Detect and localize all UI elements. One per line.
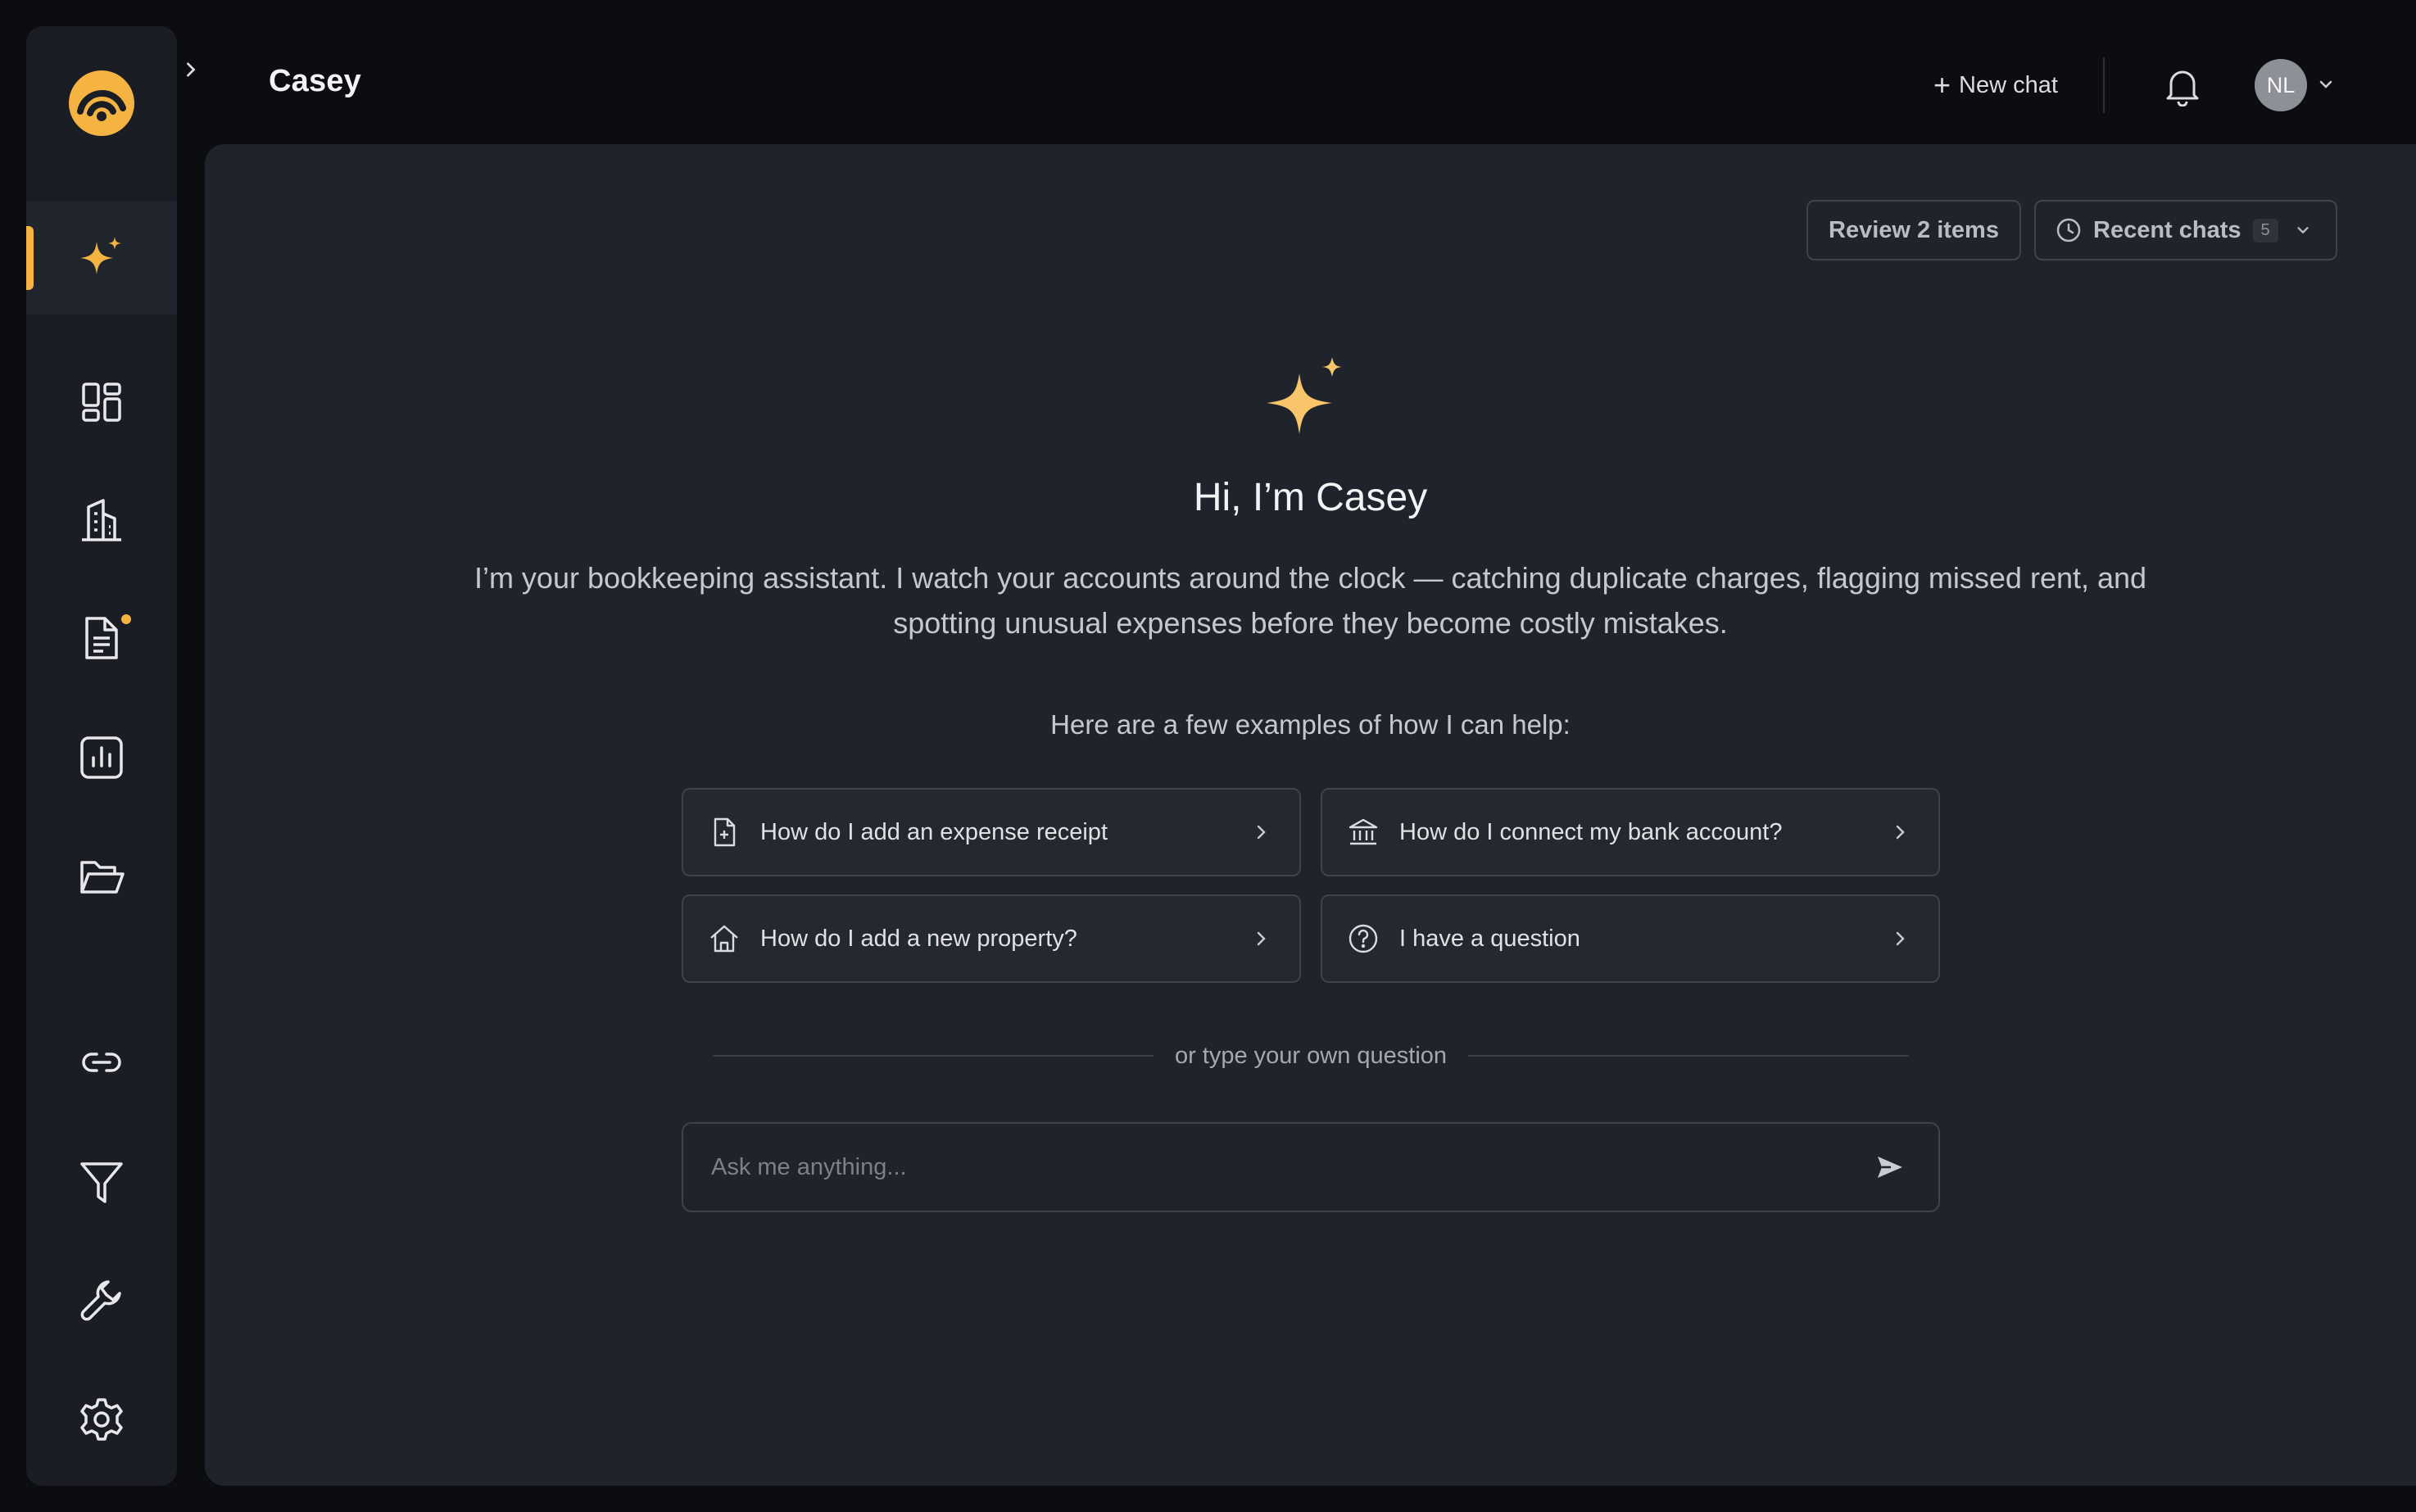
app-logo[interactable] [66, 67, 138, 139]
new-chat-label: New chat [1959, 71, 2058, 98]
dashboard-icon [82, 383, 121, 422]
page-title: Casey [269, 64, 361, 98]
folder-icon [80, 861, 125, 894]
chat-input-box [682, 1122, 1940, 1212]
divider-line [713, 1055, 1154, 1057]
sidebar-item-reports[interactable] [26, 701, 177, 814]
send-icon[interactable] [1874, 1152, 1906, 1183]
document-icon [85, 617, 118, 659]
example-card-label: I have a question [1399, 925, 1580, 952]
sidebar-item-tools[interactable] [26, 1243, 177, 1356]
wrench-icon [80, 1280, 121, 1321]
sidebar-item-files[interactable] [26, 821, 177, 934]
recent-chats-label: Recent chats [2093, 216, 2241, 243]
gear-icon [80, 1398, 123, 1441]
sidebar-item-settings[interactable] [26, 1363, 177, 1476]
divider-text: or type your own question [1174, 1042, 1448, 1069]
example-card-label: How do I add an expense receipt [760, 818, 1108, 845]
sidebar-collapse-toggle[interactable] [179, 51, 203, 88]
chevron-down-icon [2297, 227, 2309, 234]
chevron-right-icon [1257, 931, 1266, 946]
new-chat-button[interactable]: + New chat [1933, 66, 2058, 105]
logo-icon [69, 70, 134, 136]
recent-chats-count: 5 [2252, 218, 2278, 242]
clock-icon [2056, 218, 2081, 242]
notification-dot [121, 614, 131, 624]
header-divider [2103, 57, 2105, 113]
chevron-right-icon [1896, 825, 1905, 840]
review-items-button[interactable]: Review 2 items [1806, 200, 2021, 260]
plus-icon: + [1933, 68, 1951, 102]
receipt-icon [714, 817, 736, 847]
intro-text: I’m your bookkeeping assistant. I watch … [474, 561, 2147, 640]
question-icon [1349, 924, 1378, 953]
recent-chats-dropdown[interactable]: Recent chats 5 [2034, 200, 2337, 260]
chevron-down-icon [2319, 80, 2332, 88]
sidebar-item-documents[interactable] [26, 582, 177, 695]
account-menu-toggle[interactable] [2317, 75, 2335, 93]
greeting-heading: Hi, I’m Casey [1193, 476, 1428, 519]
example-card-bank-account[interactable]: How do I connect my bank account? [1321, 788, 1940, 876]
sidebar-item-dashboard[interactable] [26, 346, 177, 459]
example-card-new-property[interactable]: How do I add a new property? [682, 894, 1301, 983]
review-items-label: Review 2 items [1829, 216, 1999, 243]
building-icon [82, 499, 121, 541]
sidebar-item-connections[interactable] [26, 1006, 177, 1119]
bell-icon [2166, 70, 2199, 107]
filter-icon [80, 1162, 123, 1203]
bank-icon [1349, 818, 1378, 845]
example-card-label: How do I add a new property? [760, 925, 1077, 952]
chat-input[interactable] [709, 1152, 1874, 1182]
divider-line [1468, 1055, 1909, 1057]
sidebar [26, 26, 177, 1486]
sidebar-item-assistant[interactable] [26, 201, 177, 315]
sidebar-item-filters[interactable] [26, 1125, 177, 1238]
chevron-right-icon [1257, 825, 1266, 840]
sidebar-item-properties[interactable] [26, 464, 177, 577]
example-card-expense-receipt[interactable]: How do I add an expense receipt [682, 788, 1301, 876]
hero-sparkle-icon [1267, 357, 1342, 434]
sparkle-icon [80, 237, 121, 274]
or-divider: or type your own question [713, 1035, 1909, 1076]
notifications-button[interactable] [2161, 64, 2204, 107]
chevron-right-icon [1896, 931, 1905, 946]
example-card-label: How do I connect my bank account? [1399, 818, 1783, 845]
home-icon [710, 925, 738, 953]
link-icon [82, 1053, 121, 1072]
chevron-right-icon [187, 62, 196, 77]
chat-panel: Review 2 items Recent chats 5 Hi, I’m Ca… [205, 144, 2416, 1486]
example-card-question[interactable]: I have a question [1321, 894, 1940, 983]
chart-icon [80, 736, 123, 779]
examples-label: Here are a few examples of how I can hel… [1050, 709, 1571, 740]
user-avatar[interactable]: NL [2255, 59, 2307, 111]
